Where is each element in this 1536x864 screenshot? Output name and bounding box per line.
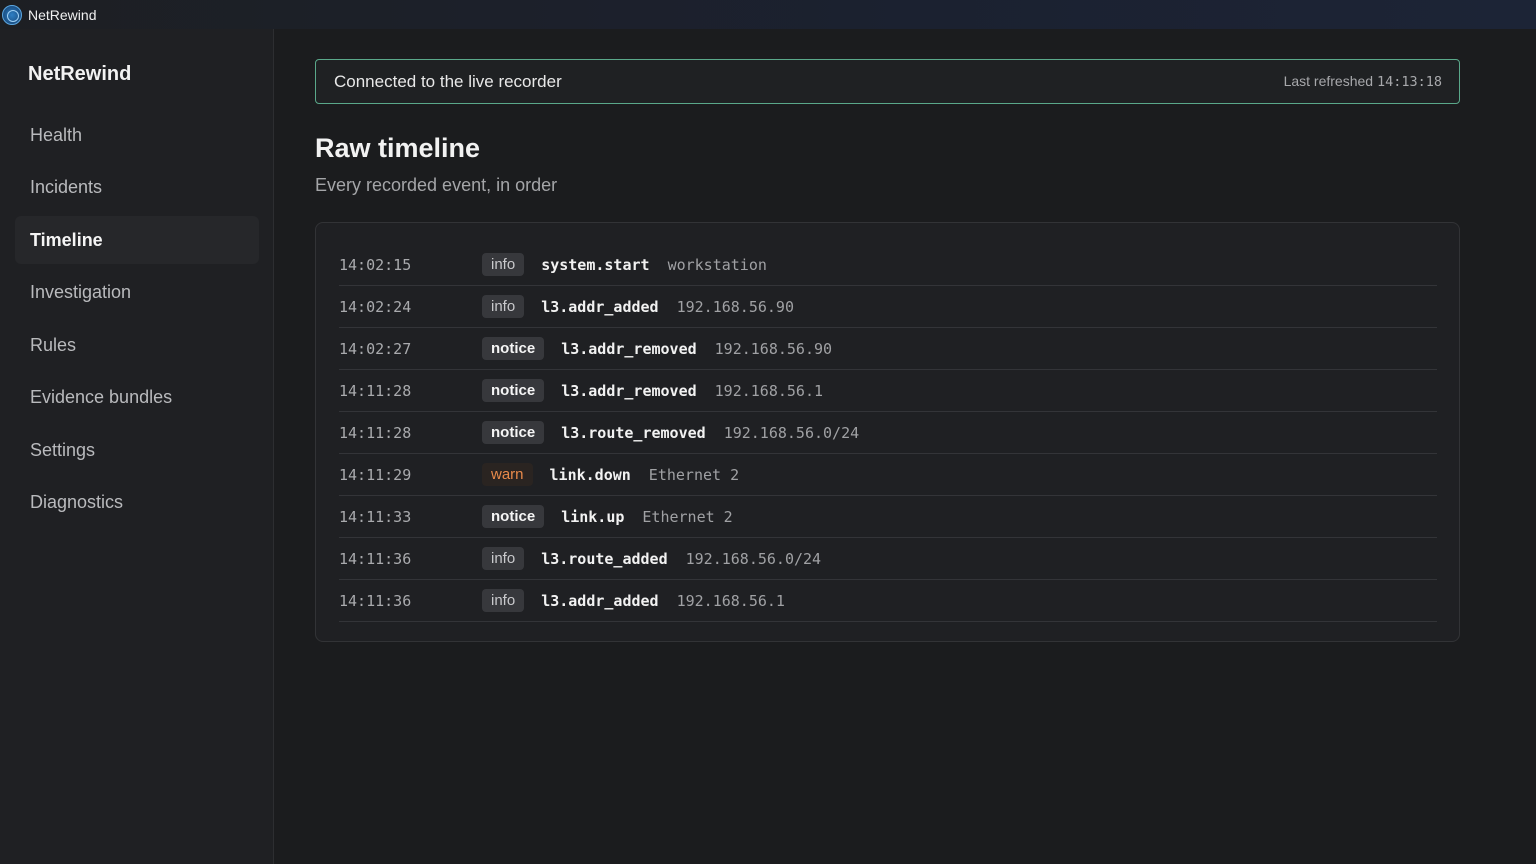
event-detail: 192.168.56.1	[676, 591, 785, 610]
timeline-row[interactable]: 14:11:36 info l3.route_added 192.168.56.…	[339, 538, 1437, 580]
event-type: l3.addr_added	[541, 297, 659, 316]
window-titlebar: NetRewind	[0, 0, 1536, 29]
timeline-row[interactable]: 14:11:29 warn link.down Ethernet 2	[339, 454, 1437, 496]
sidebar-nav: Health Incidents Timeline Investigation …	[15, 111, 259, 531]
event-time: 14:11:28	[339, 381, 412, 400]
level-badge: warn	[482, 463, 533, 486]
event-time: 14:02:15	[339, 255, 412, 274]
connection-status-banner: Connected to the live recorder Last refr…	[315, 59, 1460, 104]
event-detail: 192.168.56.0/24	[723, 423, 860, 442]
last-refreshed-time: 14:13:18	[1376, 74, 1442, 90]
event-detail: workstation	[667, 255, 767, 274]
sidebar: NetRewind Health Incidents Timeline Inve…	[0, 29, 274, 864]
event-time: 14:11:36	[339, 591, 412, 610]
timeline-row[interactable]: 14:02:15 info system.start workstation	[339, 244, 1437, 286]
event-type: l3.addr_removed	[561, 381, 697, 400]
level-badge: notice	[482, 505, 545, 528]
timeline-row[interactable]: 14:11:33 notice link.up Ethernet 2	[339, 496, 1437, 538]
event-detail: 192.168.56.0/24	[685, 549, 822, 568]
sidebar-item-settings[interactable]: Settings	[15, 426, 259, 474]
level-badge: notice	[482, 337, 545, 360]
event-type: l3.addr_removed	[561, 339, 697, 358]
timeline-row[interactable]: 14:02:27 notice l3.addr_removed 192.168.…	[339, 328, 1437, 370]
timeline-row[interactable]: 14:11:36 info l3.addr_added 192.168.56.1	[339, 580, 1437, 622]
event-time: 14:11:29	[339, 465, 412, 484]
event-type: l3.route_removed	[561, 423, 706, 442]
level-badge: info	[482, 547, 525, 570]
event-time: 14:02:24	[339, 297, 412, 316]
event-detail: Ethernet 2	[648, 465, 740, 484]
event-detail: 192.168.56.90	[714, 339, 833, 358]
event-type: link.up	[561, 507, 625, 526]
event-detail: 192.168.56.1	[714, 381, 824, 400]
timeline-row[interactable]: 14:11:28 notice l3.route_removed 192.168…	[339, 412, 1437, 454]
page-title: Raw timeline	[315, 133, 481, 163]
event-time: 14:11:36	[339, 549, 412, 568]
app-globe-icon	[2, 4, 22, 25]
event-type: system.start	[541, 255, 650, 274]
level-badge: notice	[482, 379, 545, 402]
event-detail: Ethernet 2	[642, 507, 733, 526]
sidebar-item-incidents[interactable]: Incidents	[15, 164, 259, 212]
level-badge: info	[482, 295, 525, 318]
window-title: NetRewind	[28, 6, 97, 23]
connection-status-text: Connected to the live recorder	[334, 71, 562, 91]
sidebar-item-diagnostics[interactable]: Diagnostics	[15, 479, 259, 527]
event-detail: 192.168.56.90	[676, 297, 794, 316]
timeline-list: 14:02:15 info system.start workstation 1…	[315, 222, 1460, 642]
sidebar-item-investigation[interactable]: Investigation	[15, 269, 259, 317]
sidebar-item-rules[interactable]: Rules	[15, 321, 259, 369]
sidebar-item-timeline[interactable]: Timeline	[15, 216, 259, 264]
timeline-row[interactable]: 14:11:28 notice l3.addr_removed 192.168.…	[339, 370, 1437, 412]
page-subtitle: Every recorded event, in order	[315, 175, 558, 195]
last-refreshed-label: Last refreshed	[1283, 73, 1374, 89]
level-badge: info	[482, 589, 525, 612]
sidebar-item-health[interactable]: Health	[15, 111, 259, 159]
last-refreshed: Last refreshed 14:13:18	[1284, 73, 1442, 90]
event-time: 14:11:33	[339, 507, 412, 526]
level-badge: info	[482, 253, 525, 276]
sidebar-item-evidence-bundles[interactable]: Evidence bundles	[15, 374, 259, 422]
event-time: 14:11:28	[339, 423, 412, 442]
event-type: l3.route_added	[541, 549, 668, 568]
event-time: 14:02:27	[339, 339, 412, 358]
timeline-row[interactable]: 14:02:24 info l3.addr_added 192.168.56.9…	[339, 286, 1437, 328]
brand-title: NetRewind	[28, 63, 132, 85]
level-badge: notice	[482, 421, 545, 444]
event-type: link.down	[549, 465, 631, 484]
event-type: l3.addr_added	[541, 591, 659, 610]
